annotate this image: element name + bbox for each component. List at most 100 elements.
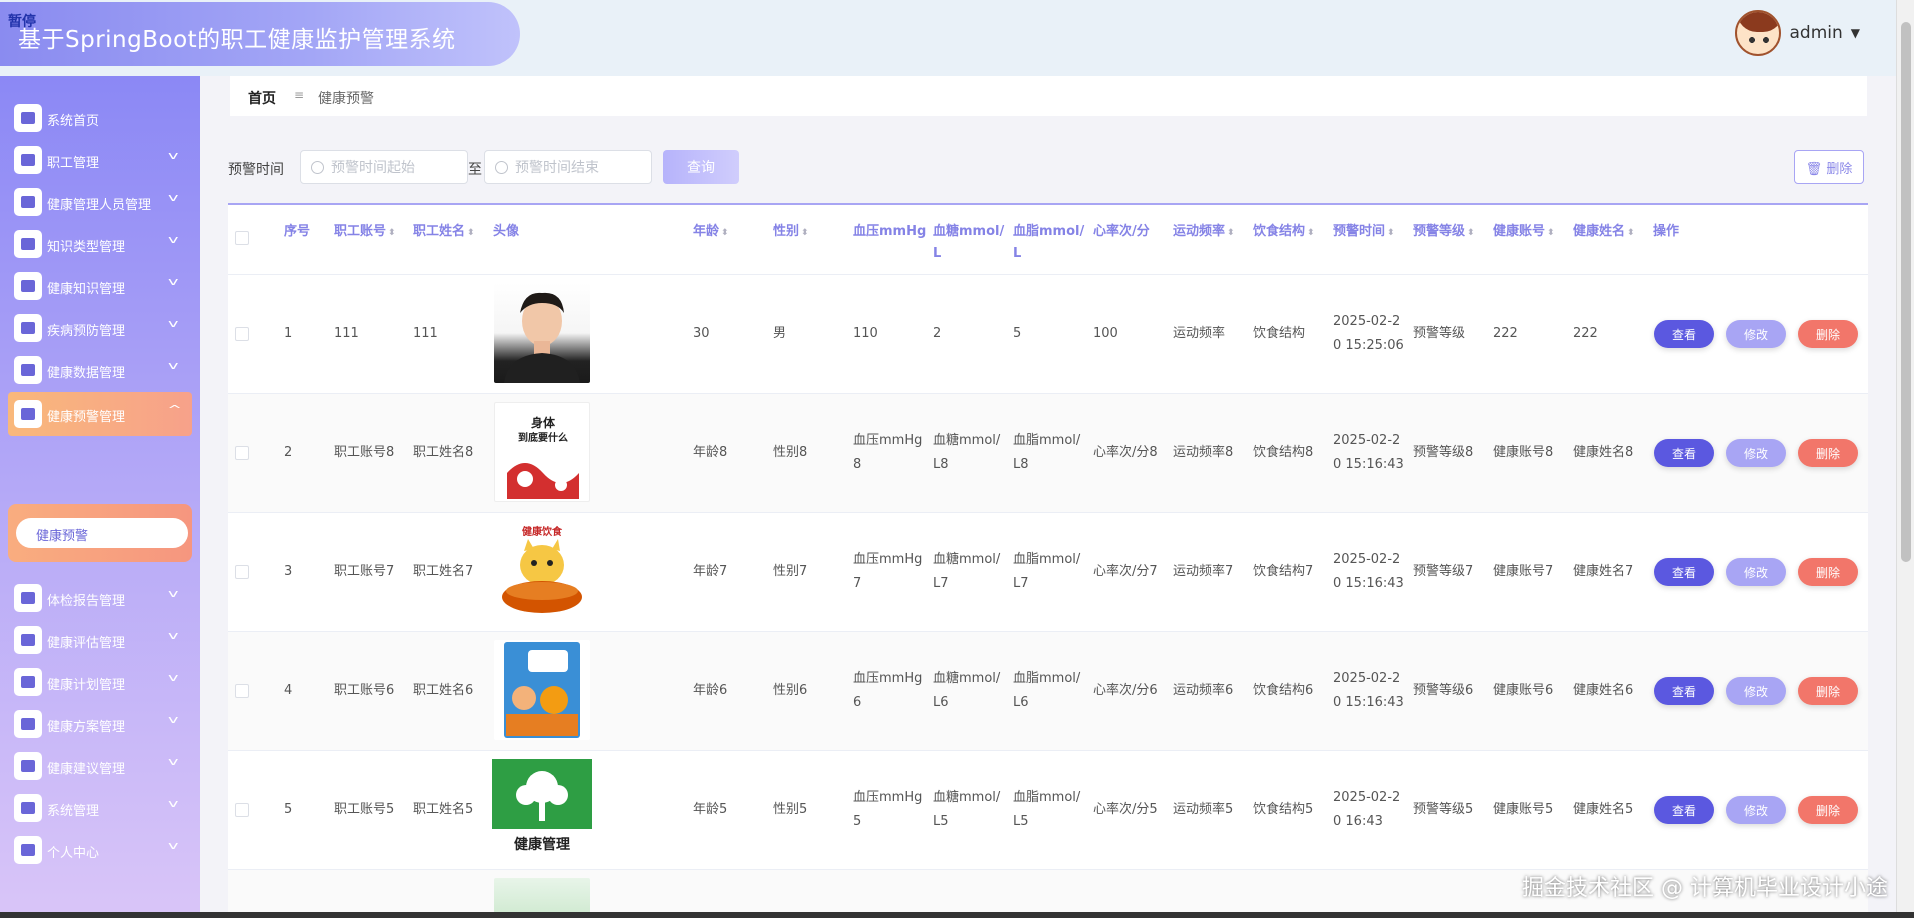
sort-icon[interactable]: ⬍ <box>467 228 475 238</box>
sidebar-item-health-knowledge[interactable]: 健康知识管理 v <box>0 264 200 308</box>
avatar-book-cover-red[interactable]: 身体 到底要什么 <box>494 402 590 502</box>
sort-icon[interactable]: ⬍ <box>801 228 809 238</box>
avatar-hotpot-cartoon[interactable]: 健康饮食 <box>494 521 590 621</box>
avatar-portrait-photo[interactable] <box>494 283 590 383</box>
sidebar-item-health-data[interactable]: 健康数据管理 v <box>0 348 200 392</box>
sort-icon[interactable]: ⬍ <box>1387 228 1395 238</box>
view-button[interactable]: 查看 <box>1654 320 1714 348</box>
view-button[interactable]: 查看 <box>1654 677 1714 705</box>
cell-bp-2: 8 <box>853 457 862 472</box>
sidebar-item-profile[interactable]: 个人中心 v <box>0 828 200 872</box>
sidebar-item-health-scheme[interactable]: 健康方案管理 v <box>0 702 200 746</box>
sidebar-item-label: 健康评估管理 <box>47 636 126 651</box>
edit-button[interactable]: 修改 <box>1726 677 1786 705</box>
end-date-field[interactable] <box>484 150 652 184</box>
edit-button[interactable]: 修改 <box>1726 558 1786 586</box>
sidebar-item-disease-prevention[interactable]: 疾病预防管理 v <box>0 306 200 350</box>
end-date-input[interactable] <box>515 158 645 178</box>
cell-warn-level: 预警等级5 <box>1413 802 1474 817</box>
row-checkbox[interactable] <box>235 446 249 460</box>
edit-button[interactable]: 修改 <box>1726 796 1786 824</box>
hotpot-caption: 健康饮食 <box>522 525 563 538</box>
scrollbar-thumb[interactable] <box>1901 22 1911 562</box>
cell-age: 年龄7 <box>693 564 728 579</box>
cell-bp: 血压mmHg 8 <box>853 429 922 477</box>
th-age[interactable]: 年龄 ⬍ <box>693 221 729 244</box>
page-scrollbar[interactable] <box>1896 0 1914 918</box>
sidebar-item-health-warning[interactable]: 健康预警管理 ^ <box>8 392 192 436</box>
user-menu[interactable]: admin ▼ <box>1735 10 1860 56</box>
sort-icon[interactable]: ⬍ <box>1627 228 1635 238</box>
sidebar-item-employee[interactable]: 职工管理 v <box>0 138 200 182</box>
avatar-kids-book-cover[interactable] <box>494 640 590 740</box>
delete-button[interactable]: 删除 <box>1798 439 1858 467</box>
sort-icon[interactable]: ⬍ <box>388 228 396 238</box>
row-checkbox[interactable] <box>235 565 249 579</box>
cell-lipid: 血脂mmol/L7 <box>1013 548 1080 596</box>
th-emp-account[interactable]: 职工账号 ⬍ <box>334 221 396 244</box>
cell-warn-time: 2025-02-2 0 15:16:43 <box>1333 667 1404 715</box>
cell-glucose-2: L5 <box>933 814 949 829</box>
delete-button[interactable]: 删除 <box>1798 320 1858 348</box>
edit-button[interactable]: 修改 <box>1726 439 1786 467</box>
chevron-down-icon: v <box>168 671 179 684</box>
submenu-item-health-warning[interactable]: 健康预警 <box>16 518 188 548</box>
th-health-account[interactable]: 健康账号 ⬍ <box>1493 221 1555 244</box>
sidebar-item-health-advice[interactable]: 健康建议管理 v <box>0 744 200 788</box>
view-button[interactable]: 查看 <box>1654 439 1714 467</box>
th-warn-time[interactable]: 预警时间 ⬍ <box>1333 221 1395 244</box>
sort-icon[interactable]: ⬍ <box>721 228 729 238</box>
grid-icon <box>14 794 42 822</box>
cell-glucose-1: 血糖mmol/ <box>933 671 1001 686</box>
sidebar-item-knowledge-type[interactable]: 知识类型管理 v <box>0 222 200 266</box>
start-date-field[interactable] <box>300 150 468 184</box>
cell-bp: 血压mmHg 5 <box>853 786 922 834</box>
view-button[interactable]: 查看 <box>1654 796 1714 824</box>
th-health-name[interactable]: 健康姓名 ⬍ <box>1573 221 1635 244</box>
edit-button[interactable]: 修改 <box>1726 320 1786 348</box>
sort-icon[interactable]: ⬍ <box>1227 228 1235 238</box>
row-checkbox[interactable] <box>235 803 249 817</box>
sort-icon[interactable]: ⬍ <box>1307 228 1315 238</box>
th-diet[interactable]: 饮食结构 ⬍ <box>1253 221 1315 244</box>
th-warn-level-label: 预警等级 <box>1413 224 1466 239</box>
sidebar-item-health-plan[interactable]: 健康计划管理 v <box>0 660 200 704</box>
th-emp-name[interactable]: 职工姓名 ⬍ <box>413 221 475 244</box>
breadcrumb-home[interactable]: 首页 <box>248 88 276 108</box>
sidebar-item-checkup-report[interactable]: 体检报告管理 v <box>0 576 200 620</box>
sort-icon[interactable]: ⬍ <box>1467 228 1475 238</box>
sidebar-item-health-assessment[interactable]: 健康评估管理 v <box>0 618 200 662</box>
delete-button[interactable]: 删除 <box>1798 558 1858 586</box>
sidebar-item-health-staff[interactable]: 健康管理人员管理 v <box>0 180 200 224</box>
th-gender[interactable]: 性别 ⬍ <box>773 221 809 244</box>
tree-caption: 健康管理 <box>514 836 570 853</box>
sidebar-item-home[interactable]: 系统首页 <box>0 96 200 140</box>
th-warn-level[interactable]: 预警等级 ⬍ <box>1413 221 1475 244</box>
row-checkbox[interactable] <box>235 684 249 698</box>
clipboard-check-icon <box>14 272 42 300</box>
username[interactable]: admin <box>1789 23 1842 43</box>
th-exercise[interactable]: 运动频率 ⬍ <box>1173 221 1235 244</box>
portrait-illustration <box>504 292 580 383</box>
cell-bp: 血压mmHg 6 <box>853 667 922 715</box>
cell-bp-2: 5 <box>853 814 862 829</box>
avatar[interactable] <box>1735 10 1782 56</box>
delete-button[interactable]: 删除 <box>1798 796 1858 824</box>
sort-icon[interactable]: ⬍ <box>1547 228 1555 238</box>
avatar-tree-logo-green[interactable]: 健康管理 <box>492 759 592 859</box>
cell-glucose: 2 <box>933 326 942 341</box>
row-checkbox[interactable] <box>235 327 249 341</box>
delete-button[interactable]: 删除 <box>1798 677 1858 705</box>
th-heart[interactable]: 心率次/分 <box>1093 221 1150 243</box>
view-button[interactable]: 查看 <box>1654 558 1714 586</box>
batch-delete-button[interactable]: 🗑 删除 <box>1794 150 1864 184</box>
start-date-input[interactable] <box>331 158 461 178</box>
cell-lipid-1: 血脂mmol/ <box>1013 790 1081 805</box>
cell-glucose-2: L8 <box>933 457 949 472</box>
table-row: 4 职工账号6 职工姓名6 年龄6 性别6 血压mmHg 6 血糖mmol/L6 … <box>228 632 1868 751</box>
caret-down-icon[interactable]: ▼ <box>1851 26 1860 40</box>
query-button[interactable]: 查询 <box>663 150 739 184</box>
sidebar-item-system[interactable]: 系统管理 v <box>0 786 200 830</box>
select-all-checkbox[interactable] <box>235 231 249 245</box>
th-age-label: 年龄 <box>693 224 720 239</box>
